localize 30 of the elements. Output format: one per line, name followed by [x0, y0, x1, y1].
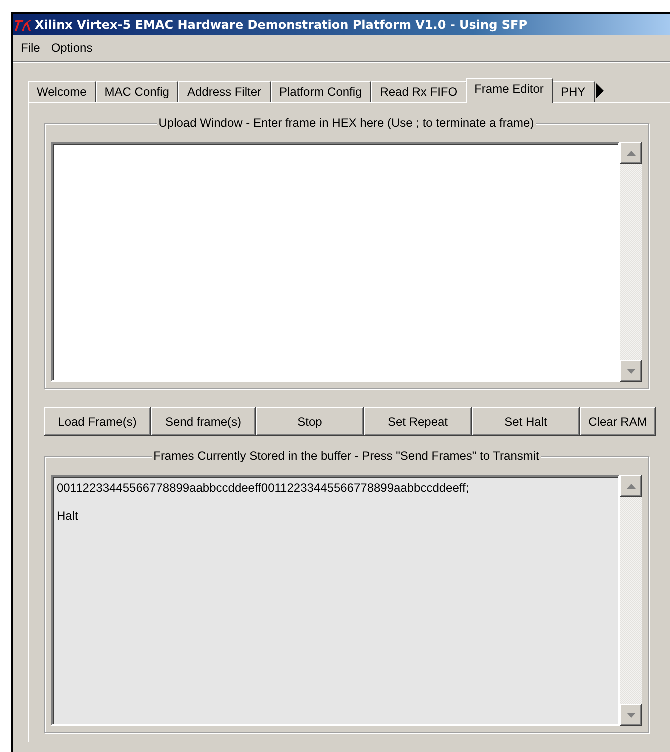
app-logo-icon	[15, 18, 33, 32]
action-button[interactable]: Send frame(s)	[151, 407, 256, 436]
window-title: Xilinx Virtex-5 EMAC Hardware Demonstration Platform V1.0 - Using SFP	[35, 18, 528, 32]
scroll-up-button[interactable]	[620, 142, 642, 164]
action-button[interactable]: Set Repeat	[364, 407, 472, 436]
down-arrow-icon	[626, 712, 636, 718]
tab[interactable]: Address Filter	[178, 81, 271, 102]
action-button[interactable]: Stop	[256, 407, 364, 436]
menu-item[interactable]: Options	[49, 41, 100, 55]
action-button[interactable]: Clear RAM	[580, 407, 656, 436]
tab[interactable]: Frame Editor	[466, 78, 553, 103]
tab[interactable]: PHY	[552, 81, 595, 102]
scroll-up-button[interactable]	[620, 475, 642, 497]
menu-item[interactable]: File	[19, 41, 48, 55]
scroll-down-button[interactable]	[620, 360, 642, 382]
tab[interactable]: Welcome	[28, 81, 96, 102]
tab[interactable]: MAC Config	[96, 81, 178, 102]
text-area[interactable]: 00112233445566778899aabbccddeeff00112233445566778899aabbccddeeff; Halt	[51, 475, 620, 726]
tab[interactable]: Platform Config	[270, 81, 372, 102]
action-button[interactable]: Set Halt	[472, 407, 580, 436]
group-title: Upload Window - Enter frame in HEX here (Use ; to terminate a frame)	[156, 116, 536, 130]
text-line: Halt	[57, 509, 80, 523]
text-line: 00112233445566778899aabbccddeeff00112233445566778899aabbccddeeff;	[57, 481, 470, 495]
group-title: Frames Currently Stored in the buffer - Press "Send Frames" to Transmit	[152, 449, 542, 463]
up-arrow-icon	[626, 150, 636, 156]
down-arrow-icon	[626, 368, 636, 374]
scroll-down-button[interactable]	[620, 704, 642, 726]
action-button[interactable]: Load Frame(s)	[44, 407, 151, 436]
up-arrow-icon	[626, 484, 636, 488]
scroll-right-arrow-icon[interactable]	[594, 82, 605, 100]
